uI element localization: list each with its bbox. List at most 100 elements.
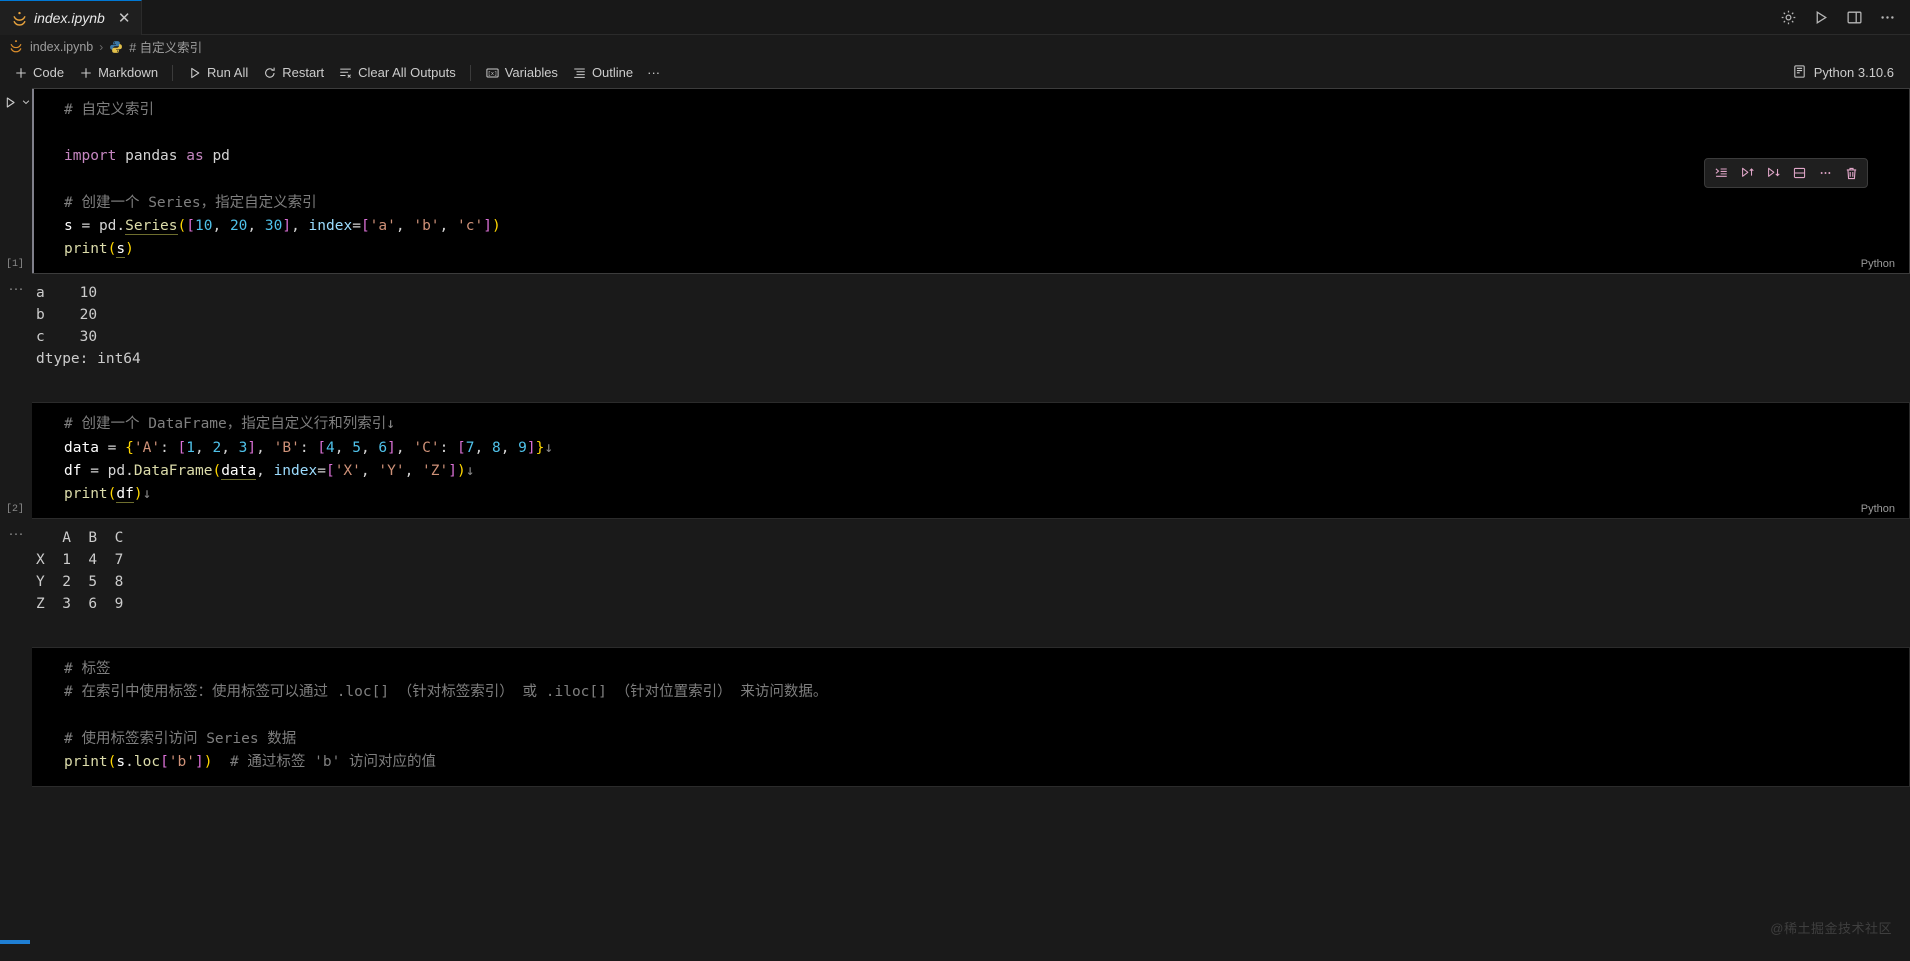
watermark: @稀土掘金技术社区: [1770, 921, 1892, 936]
notebook-cell-2[interactable]: [2] # 创建一个 DataFrame，指定自定义行和列索引↓ data = …: [0, 402, 1910, 626]
cell-2-output-line-3: Y 2 5 8: [36, 574, 124, 591]
plus-icon: [78, 65, 93, 80]
run-all-button[interactable]: Run All: [180, 62, 255, 84]
breadcrumb-item-cell[interactable]: # 自定义索引: [129, 37, 202, 56]
cell-1-line-7: print(s): [64, 241, 134, 259]
execute-above-icon[interactable]: [1709, 162, 1733, 184]
cell-1-line-2: [32, 122, 1909, 145]
vscode-window: index.ipynb ✕ index.ipynb › # 自定义索引 Code…: [0, 0, 1910, 961]
variables-label: Variables: [504, 65, 558, 80]
toolbar-divider-1: [172, 64, 174, 81]
cell-spacer-2: [0, 625, 1910, 647]
clear-all-outputs-button[interactable]: Clear All Outputs: [331, 62, 463, 84]
cell-1-row: [1] # 自定义索引 import pandas as pd # 创建一个 S…: [0, 88, 1910, 275]
editor-tab-strip: index.ipynb ✕: [0, 0, 1910, 35]
outline-button[interactable]: Outline: [565, 62, 640, 84]
kernel-label: Python 3.10.6: [1813, 65, 1894, 80]
cell-3-row: # 标签 # 在索引中使用标签：使用标签可以通过 .loc[] （针对标签索引）…: [0, 647, 1910, 787]
editor-tab-label: index.ipynb: [34, 10, 105, 26]
ellipsis-icon[interactable]: [1813, 162, 1837, 184]
cell-2-line-4: print(df)↓: [64, 485, 152, 503]
add-code-cell-label: Code: [33, 65, 65, 80]
clear-all-outputs-label: Clear All Outputs: [358, 65, 456, 80]
notebook-body[interactable]: [1] # 自定义索引 import pandas as pd # 创建一个 S…: [0, 88, 1910, 944]
cell-1-output: ··· a 10 b 20 c 30 dtype: int64: [0, 274, 1910, 381]
notebook-toolbar: Code Markdown Run All Restart Clear All …: [0, 58, 1910, 88]
python-icon: [109, 40, 123, 54]
cell-3-line-1: # 标签: [64, 661, 111, 678]
gear-icon[interactable]: [1780, 9, 1797, 26]
cell-1-gutter: [1]: [0, 88, 32, 274]
add-markdown-cell-button[interactable]: Markdown: [71, 62, 165, 84]
cell-2-output-line-4: Z 3 6 9: [36, 596, 124, 613]
cell-1-output-text: a 10 b 20 c 30 dtype: int64: [32, 282, 141, 370]
trash-icon[interactable]: [1839, 162, 1863, 184]
cell-2-row: [2] # 创建一个 DataFrame，指定自定义行和列索引↓ data = …: [0, 402, 1910, 520]
close-icon[interactable]: ✕: [118, 11, 131, 26]
ellipsis-icon: ···: [647, 65, 661, 80]
bottom-accent-bar: [0, 940, 30, 944]
jupyter-icon: [12, 11, 27, 26]
split-cell-icon[interactable]: [1787, 162, 1811, 184]
run-above-icon[interactable]: [1735, 162, 1759, 184]
notebook-cell-1[interactable]: [1] # 自定义索引 import pandas as pd # 创建一个 S…: [0, 88, 1910, 381]
breadcrumb-separator: ›: [99, 39, 104, 54]
cell-1-editor[interactable]: # 自定义索引 import pandas as pd # 创建一个 Serie…: [32, 88, 1910, 275]
kernel-icon: [1792, 64, 1807, 82]
cell-2-output-menu-icon[interactable]: ···: [0, 526, 32, 541]
cell-1-language-badge[interactable]: Python: [1861, 258, 1895, 270]
cell-3-gutter: [0, 647, 32, 787]
cell-hover-toolbar: [1704, 158, 1868, 188]
outline-icon: [572, 65, 587, 80]
editor-tab-index-ipynb[interactable]: index.ipynb ✕: [0, 0, 143, 35]
restart-label: Restart: [282, 65, 325, 80]
run-all-label: Run All: [207, 65, 249, 80]
cell-1-focus-indicator: [32, 89, 34, 274]
cell-2-editor[interactable]: # 创建一个 DataFrame，指定自定义行和列索引↓ data = {'A'…: [32, 402, 1910, 520]
more-icon[interactable]: [1879, 9, 1896, 26]
cell-2-output-text: A B C X 1 4 7 Y 2 5 8 Z 3 6 9: [32, 527, 123, 615]
more-actions-button[interactable]: ···: [640, 62, 667, 84]
cell-1-execution-count: [1]: [6, 259, 25, 271]
cell-1-line-1: # 自定义索引: [64, 102, 154, 118]
add-code-cell-button[interactable]: Code: [6, 62, 71, 84]
breadcrumb-item-file[interactable]: index.ipynb: [30, 40, 93, 54]
cell-2-output-line-1: A B C: [36, 530, 124, 547]
cell-3-line-2: # 在索引中使用标签：使用标签可以通过 .loc[] （针对标签索引） 或 .i…: [64, 684, 828, 701]
jupyter-icon: [9, 39, 24, 54]
notebook-cell-3[interactable]: # 标签 # 在索引中使用标签：使用标签可以通过 .loc[] （针对标签索引）…: [0, 647, 1910, 787]
clear-outputs-icon: [338, 65, 353, 80]
add-markdown-cell-label: Markdown: [98, 65, 159, 80]
cell-2-output: ··· A B C X 1 4 7 Y 2 5 8 Z 3 6 9: [0, 519, 1910, 626]
split-editor-icon[interactable]: [1846, 9, 1863, 26]
restart-button[interactable]: Restart: [255, 62, 331, 84]
run-cell-icon[interactable]: [0, 92, 20, 112]
cell-3-line-5: print(s.loc['b']) # 通过标签 'b' 访问对应的值: [64, 753, 437, 770]
svg-text:[x]: [x]: [487, 71, 496, 77]
restart-icon: [262, 65, 277, 80]
cell-1-line-4: [32, 169, 1909, 192]
cell-1-output-line-4: dtype: int64: [36, 351, 141, 368]
cell-2-output-line-2: X 1 4 7: [36, 552, 124, 569]
cell-1-line-6: s = pd.Series([10, 20, 30], index=['a', …: [64, 217, 501, 235]
breadcrumb: index.ipynb › # 自定义索引: [0, 35, 1910, 58]
cell-1-output-line-1: a 10: [36, 285, 98, 302]
run-below-icon[interactable]: [1761, 162, 1785, 184]
variables-button[interactable]: [x] Variables: [478, 62, 565, 84]
chevron-down-icon[interactable]: [20, 92, 32, 112]
cell-2-line-2: data = {'A': [1, 2, 3], 'B': [4, 5, 6], …: [64, 439, 554, 456]
cell-2-language-badge[interactable]: Python: [1861, 503, 1895, 515]
cell-1-output-menu-icon[interactable]: ···: [0, 281, 32, 296]
cell-3-line-4: # 使用标签索引访问 Series 数据: [64, 730, 297, 747]
cell-2-gutter: [2]: [0, 402, 32, 519]
run-icon[interactable]: [1813, 9, 1830, 26]
cell-2-execution-count: [2]: [6, 504, 25, 516]
cell-1-output-line-3: c 30: [36, 329, 98, 346]
variables-icon: [x]: [485, 65, 500, 80]
titlebar-actions: [1780, 0, 1910, 34]
cell-3-editor[interactable]: # 标签 # 在索引中使用标签：使用标签可以通过 .loc[] （针对标签索引）…: [32, 647, 1910, 787]
cell-1-line-3: import pandas as pd: [64, 148, 230, 165]
plus-icon: [13, 65, 28, 80]
kernel-selector[interactable]: Python 3.10.6: [1792, 64, 1910, 82]
outline-label: Outline: [591, 65, 634, 80]
